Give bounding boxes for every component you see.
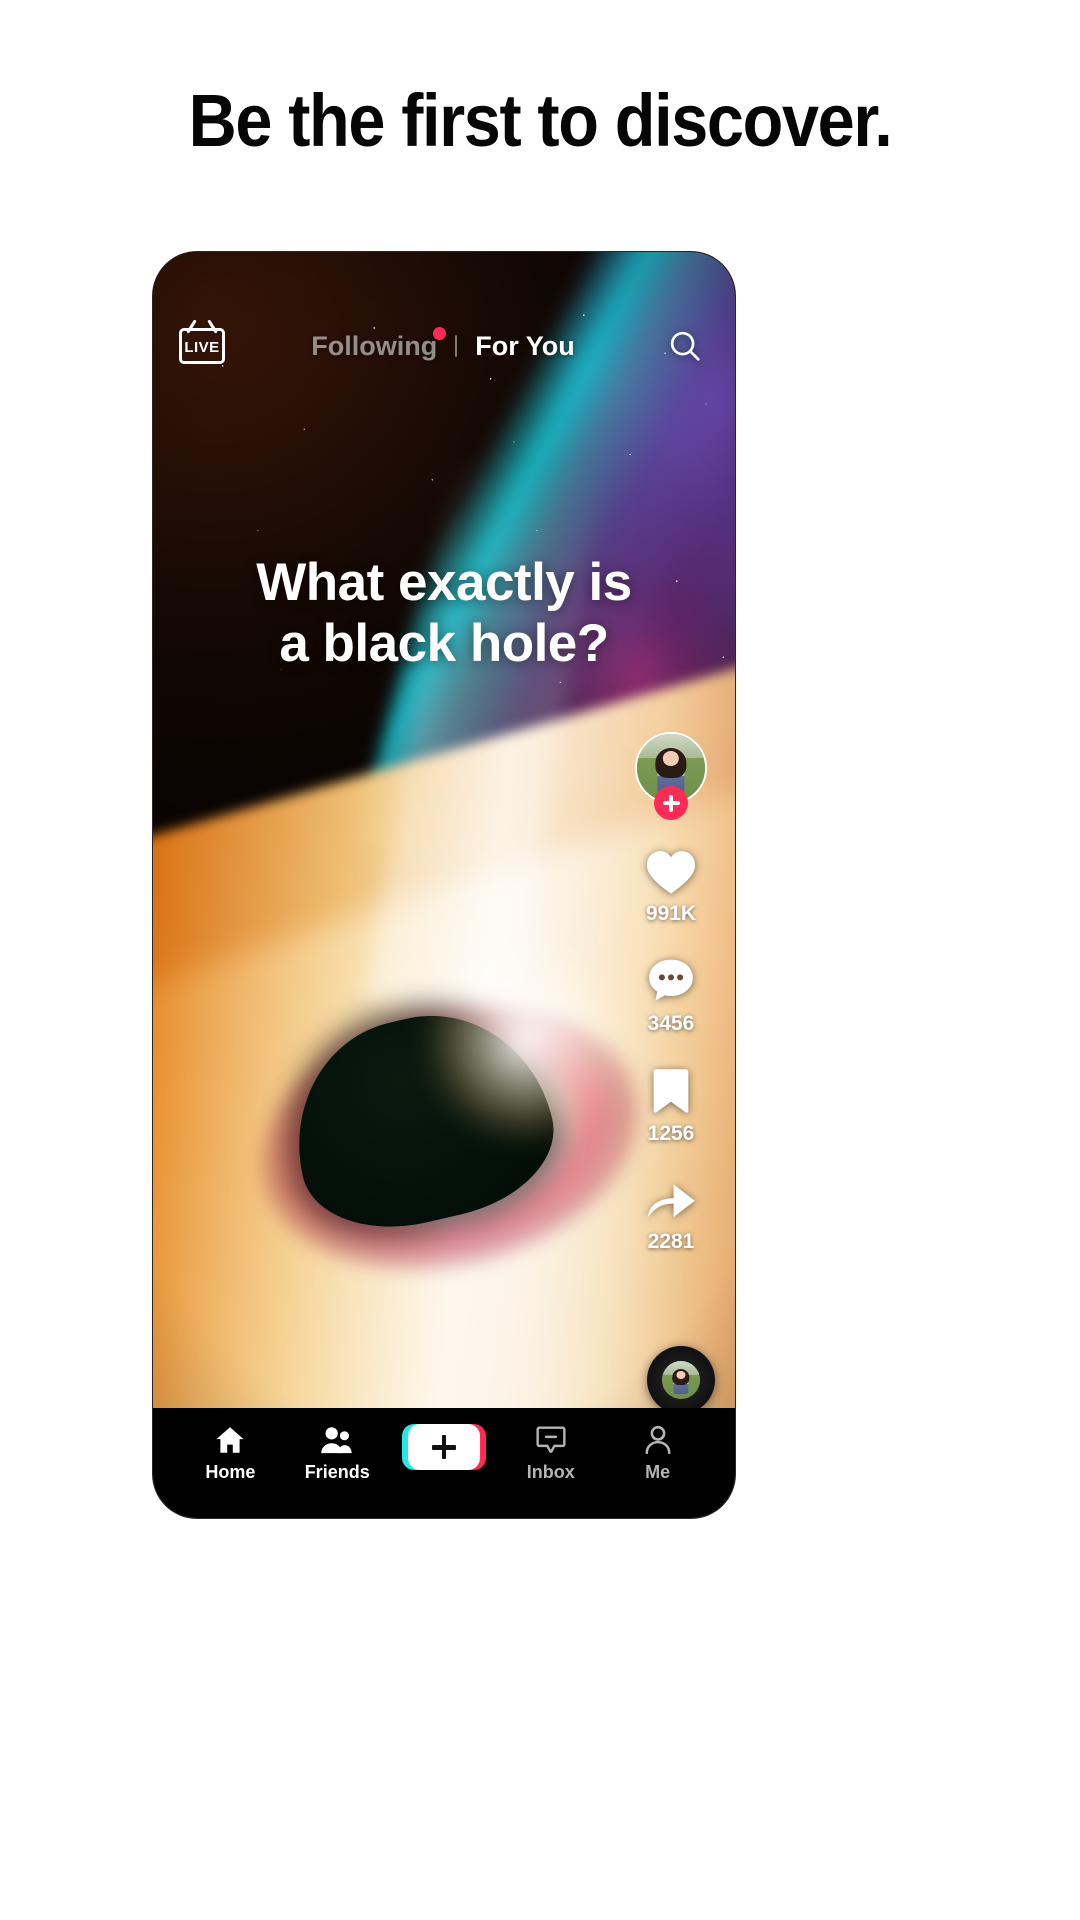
nav-label-friends: Friends xyxy=(304,1462,370,1482)
bookmark-count: 1256 xyxy=(647,1122,695,1145)
inbox-icon xyxy=(536,1426,566,1453)
caption-line-2: a black hole? xyxy=(279,614,609,674)
video-caption: What exactly is a black hole? xyxy=(153,552,735,675)
music-disc-avatar xyxy=(662,1361,700,1399)
friends-icon xyxy=(321,1427,352,1454)
comment-button[interactable]: 3456 xyxy=(644,954,698,1036)
search-button[interactable] xyxy=(661,322,709,370)
tab-following[interactable]: Following xyxy=(303,326,447,362)
phone-screen: LIVE Following For You What exactly is a… xyxy=(153,252,735,1518)
tab-following-label: Following xyxy=(311,330,438,361)
like-button[interactable]: 991K xyxy=(644,846,698,926)
create-plus-button[interactable] xyxy=(401,1424,486,1470)
nav-label-home: Home xyxy=(205,1462,256,1482)
tab-for-you-label: For You xyxy=(475,330,575,361)
comment-count: 3456 xyxy=(647,1012,695,1035)
share-button[interactable]: 2281 xyxy=(643,1174,699,1254)
like-count: 991K xyxy=(645,902,697,925)
profile-icon xyxy=(645,1425,671,1455)
nav-item-inbox[interactable]: Inbox xyxy=(497,1424,604,1483)
heart-icon xyxy=(646,851,696,894)
nav-label-inbox: Inbox xyxy=(526,1462,575,1482)
top-navigation: LIVE Following For You xyxy=(153,322,735,370)
live-button[interactable]: LIVE xyxy=(179,323,225,369)
home-icon xyxy=(216,1427,244,1453)
feed-tabs: Following For You xyxy=(225,326,661,362)
nav-item-friends[interactable]: Friends xyxy=(284,1424,391,1483)
following-notification-dot xyxy=(433,326,447,340)
tab-separator xyxy=(455,335,458,357)
plus-icon xyxy=(431,1435,456,1459)
action-rail: 991K 3456 1256 2281 xyxy=(625,732,717,1282)
caption-line-1: What exactly is xyxy=(256,553,632,612)
phone-mockup: LIVE Following For You What exactly is a… xyxy=(153,252,735,1518)
bottom-navigation: Home Friends Inbox Me xyxy=(153,1408,735,1518)
share-count: 2281 xyxy=(647,1230,695,1253)
page-headline: Be the first to discover. xyxy=(188,79,893,162)
search-icon xyxy=(670,331,700,361)
bookmark-icon xyxy=(653,1069,689,1113)
live-label: LIVE xyxy=(184,338,220,356)
comment-icon xyxy=(649,959,693,1001)
nav-item-me[interactable]: Me xyxy=(604,1424,711,1483)
music-disc-button[interactable] xyxy=(647,1346,715,1414)
nav-label-me: Me xyxy=(645,1462,671,1482)
share-icon xyxy=(647,1184,695,1218)
nav-item-create[interactable] xyxy=(391,1424,498,1476)
nav-item-home[interactable]: Home xyxy=(177,1424,284,1483)
music-disc xyxy=(647,1346,715,1414)
bookmark-button[interactable]: 1256 xyxy=(647,1064,695,1146)
live-tv-icon: LIVE xyxy=(179,328,225,364)
author-avatar-button[interactable] xyxy=(635,732,707,820)
follow-plus-icon[interactable] xyxy=(654,786,688,820)
tab-for-you[interactable]: For You xyxy=(467,331,583,362)
